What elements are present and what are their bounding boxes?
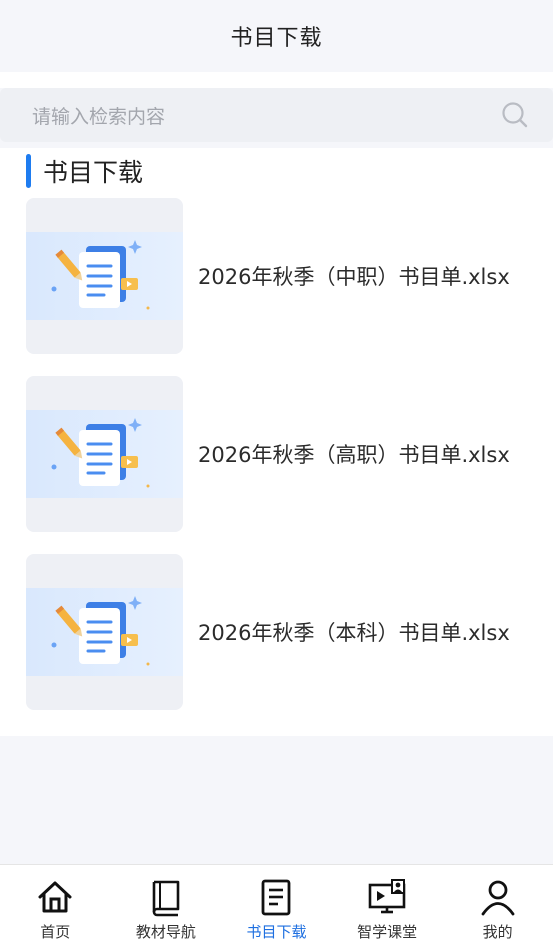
file-item[interactable]: 2026年秋季（本科）书目单.xlsx [26,554,546,710]
section-title: 书目下载 [43,158,144,187]
document-icon [262,879,291,916]
file-name[interactable]: 2026年秋季（高职）书目单.xlsx [198,439,510,469]
book-icon [152,880,180,917]
file-thumbnail [26,198,183,354]
tab-label: 首页 [40,923,71,941]
tab-home[interactable]: 首页 [0,865,111,952]
file-thumbnail [26,376,183,532]
tab-catalog-download[interactable]: 书目下载 [221,865,332,952]
bottom-tab-bar: 首页 教材导航 书目下载 智学课堂 我的 [0,864,553,952]
home-icon [38,881,72,913]
page-title: 书目下载 [230,26,323,51]
search-bar[interactable]: 请输入检索内容 [0,88,553,142]
file-item[interactable]: 2026年秋季（中职）书目单.xlsx [26,198,546,354]
file-name[interactable]: 2026年秋季（本科）书目单.xlsx [198,617,510,647]
section-header: 书目下载 [26,154,143,188]
classroom-icon [368,879,406,914]
top-header: 书目下载 [0,0,553,72]
search-input[interactable]: 请输入检索内容 [32,102,501,129]
document-illustration-icon [51,418,150,488]
file-item[interactable]: 2026年秋季（高职）书目单.xlsx [26,376,546,532]
tab-label: 智学课堂 [357,923,418,941]
file-thumbnail [26,554,183,710]
tab-label: 教材导航 [135,923,196,941]
user-icon [481,880,515,916]
section-accent-bar [26,154,31,188]
document-illustration-icon [51,596,150,666]
tab-label: 我的 [482,923,513,941]
tab-profile[interactable]: 我的 [442,865,553,952]
tab-smart-classroom[interactable]: 智学课堂 [332,865,443,952]
header-divider [0,72,553,88]
document-illustration-icon [51,240,150,310]
tab-textbook-navigation[interactable]: 教材导航 [111,865,222,952]
tab-label: 书目下载 [246,923,307,941]
file-list-panel: 书目下载 2026年秋季（中职）书目单.xlsx 2026年秋季（高职）书目单.… [0,148,553,736]
file-name[interactable]: 2026年秋季（中职）书目单.xlsx [198,261,510,291]
search-icon[interactable] [501,101,529,129]
